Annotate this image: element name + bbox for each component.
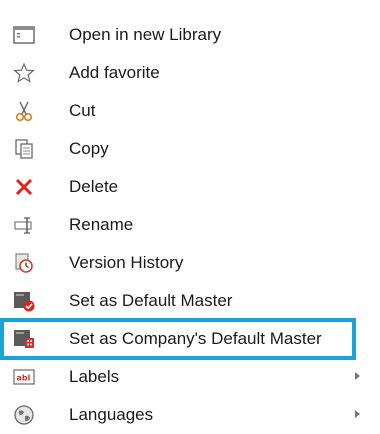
globe-icon — [12, 403, 36, 427]
star-icon — [12, 61, 36, 85]
menu-item-label: Set as Default Master — [69, 291, 233, 310]
menu-item-rename[interactable]: Rename — [0, 206, 368, 244]
menu-item-label: Version History — [69, 253, 184, 272]
menu-item-label: Cut — [69, 101, 96, 120]
rename-icon — [12, 213, 36, 237]
delete-x-icon — [12, 175, 36, 199]
menu-item-label: Copy — [69, 139, 109, 158]
submenu-arrow-icon — [355, 372, 360, 380]
scissors-icon — [12, 99, 36, 123]
menu-item-set-as-default-master[interactable]: Set as Default Master — [0, 282, 368, 320]
submenu-arrow-icon — [355, 410, 360, 418]
version-history-icon — [12, 251, 36, 275]
labels-icon: abl — [12, 365, 36, 389]
window-icon — [12, 23, 36, 47]
copy-icon — [12, 137, 36, 161]
menu-item-version-history[interactable]: Version History — [0, 244, 368, 282]
menu-item-languages[interactable]: Languages — [0, 396, 368, 434]
svg-text:abl: abl — [17, 374, 31, 383]
menu-item-delete[interactable]: Delete — [0, 168, 368, 206]
menu-item-open-in-new-library[interactable]: Open in new Library — [0, 16, 368, 54]
menu-item-label: Set as Company's Default Master — [69, 329, 322, 348]
menu-item-label: Labels — [69, 367, 120, 386]
menu-item-label: Rename — [69, 215, 134, 234]
context-menu: Open in new Library Add favorite Cut Cop… — [0, 0, 380, 432]
menu-item-label: Add favorite — [69, 63, 160, 82]
menu-item-add-favorite[interactable]: Add favorite — [0, 54, 368, 92]
company-default-master-icon — [12, 327, 36, 351]
menu-item-set-as-company-default-master[interactable]: Set as Company's Default Master — [0, 318, 356, 360]
menu-item-copy[interactable]: Copy — [0, 130, 368, 168]
default-master-icon — [12, 289, 36, 313]
menu-item-labels[interactable]: abl Labels — [0, 358, 368, 396]
menu-item-label: Languages — [69, 405, 154, 424]
menu-item-label: Open in new Library — [69, 25, 222, 44]
menu-item-label: Delete — [69, 177, 119, 196]
menu-item-cut[interactable]: Cut — [0, 92, 368, 130]
